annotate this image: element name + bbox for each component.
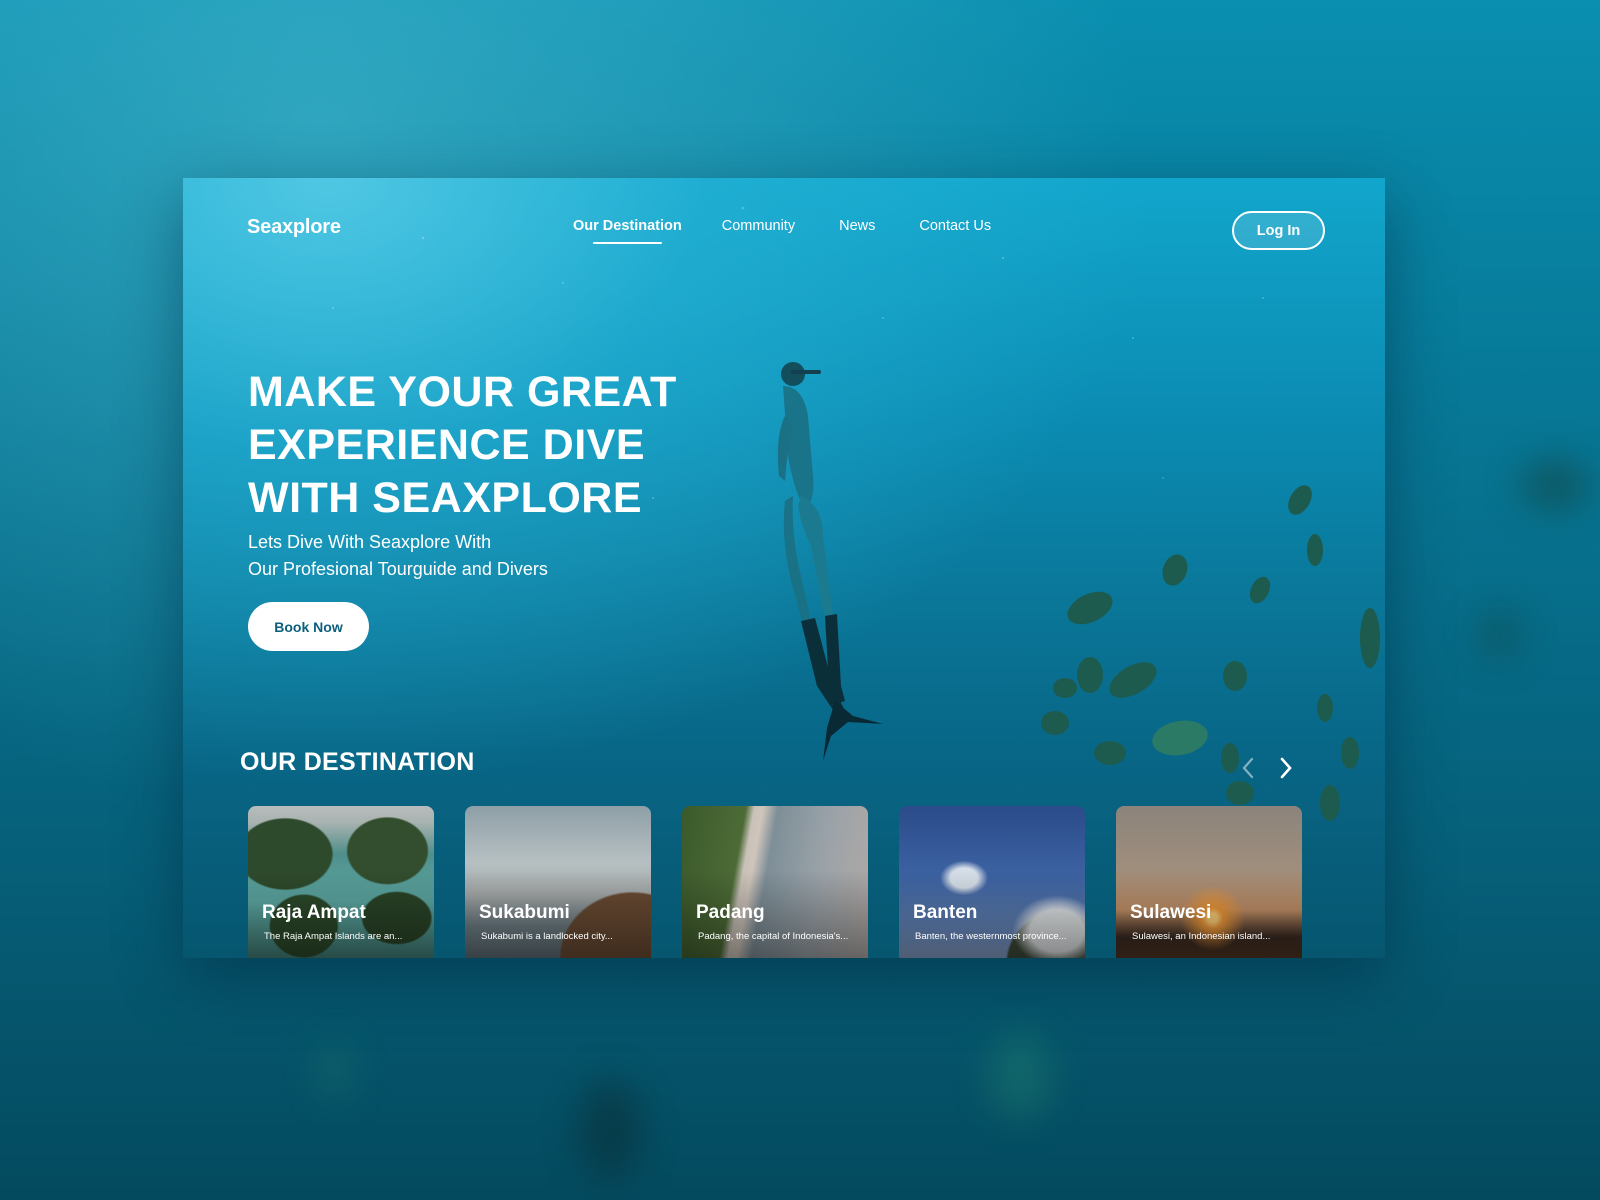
card-description: Sulawesi, an Indonesian island... xyxy=(1132,931,1271,942)
destination-card-sulawesi[interactable]: Sulawesi Sulawesi, an Indonesian island.… xyxy=(1116,806,1302,958)
destination-card-raja-ampat[interactable]: Raja Ampat The Raja Ampat Islands are an… xyxy=(248,806,434,958)
background-blur xyxy=(580,1080,640,1180)
destination-card-banten[interactable]: Banten Banten, the westernmost province.… xyxy=(899,806,1085,958)
hero-title-line: MAKE YOUR GREAT xyxy=(248,368,677,416)
destinations-title: OUR DESTINATION xyxy=(240,748,475,776)
brand-logo[interactable]: Seaxplore xyxy=(247,216,341,239)
hero-title: MAKE YOUR GREAT EXPERIENCE DIVE WITH SEA… xyxy=(248,366,768,525)
carousel-next-button[interactable] xyxy=(1276,756,1296,780)
hero-subtitle: Lets Dive With Seaxplore With Our Profes… xyxy=(248,529,548,583)
background-blur xyxy=(320,1040,350,1100)
card-description: Padang, the capital of Indonesia's... xyxy=(698,931,849,942)
destination-card-padang[interactable]: Padang Padang, the capital of Indonesia'… xyxy=(682,806,868,958)
background-blur xyxy=(990,1030,1050,1120)
chevron-right-icon xyxy=(1280,757,1292,779)
book-now-button[interactable]: Book Now xyxy=(248,602,369,651)
card-title: Banten xyxy=(913,902,978,923)
card-description: Banten, the westernmost province... xyxy=(915,931,1067,942)
nav-links: Our Destination Community News Contact U… xyxy=(573,218,991,244)
card-title: Padang xyxy=(696,902,765,923)
nav-item-our-destination[interactable]: Our Destination xyxy=(573,218,682,244)
hero-title-line: EXPERIENCE DIVE xyxy=(248,421,645,469)
card-title: Raja Ampat xyxy=(262,902,366,923)
card-title: Sulawesi xyxy=(1130,902,1212,923)
card-title: Sukabumi xyxy=(479,902,570,923)
nav-item-contact-us[interactable]: Contact Us xyxy=(919,218,991,234)
chevron-left-icon xyxy=(1242,757,1254,779)
freediver-image xyxy=(777,362,883,761)
hero-title-line: WITH SEAXPLORE xyxy=(248,474,643,522)
destination-card-sukabumi[interactable]: Sukabumi Sukabumi is a landlocked city..… xyxy=(465,806,651,958)
nav-item-news[interactable]: News xyxy=(839,218,875,234)
carousel-prev-button[interactable] xyxy=(1238,756,1258,780)
card-description: The Raja Ampat Islands are an... xyxy=(264,931,403,942)
hero-subtitle-line: Lets Dive With Seaxplore With xyxy=(248,532,492,552)
navbar: Seaxplore Our Destination Community News… xyxy=(183,178,1385,288)
background-blur xyxy=(1480,610,1520,660)
website-frame: Seaxplore Our Destination Community News… xyxy=(183,178,1385,958)
card-description: Sukabumi is a landlocked city... xyxy=(481,931,613,942)
nav-item-community[interactable]: Community xyxy=(722,218,795,234)
background-blur xyxy=(1520,460,1590,510)
destination-cards: Raja Ampat The Raja Ampat Islands are an… xyxy=(248,806,1302,958)
login-button[interactable]: Log In xyxy=(1232,211,1325,250)
hero-subtitle-line: Our Profesional Tourguide and Divers xyxy=(248,559,548,579)
